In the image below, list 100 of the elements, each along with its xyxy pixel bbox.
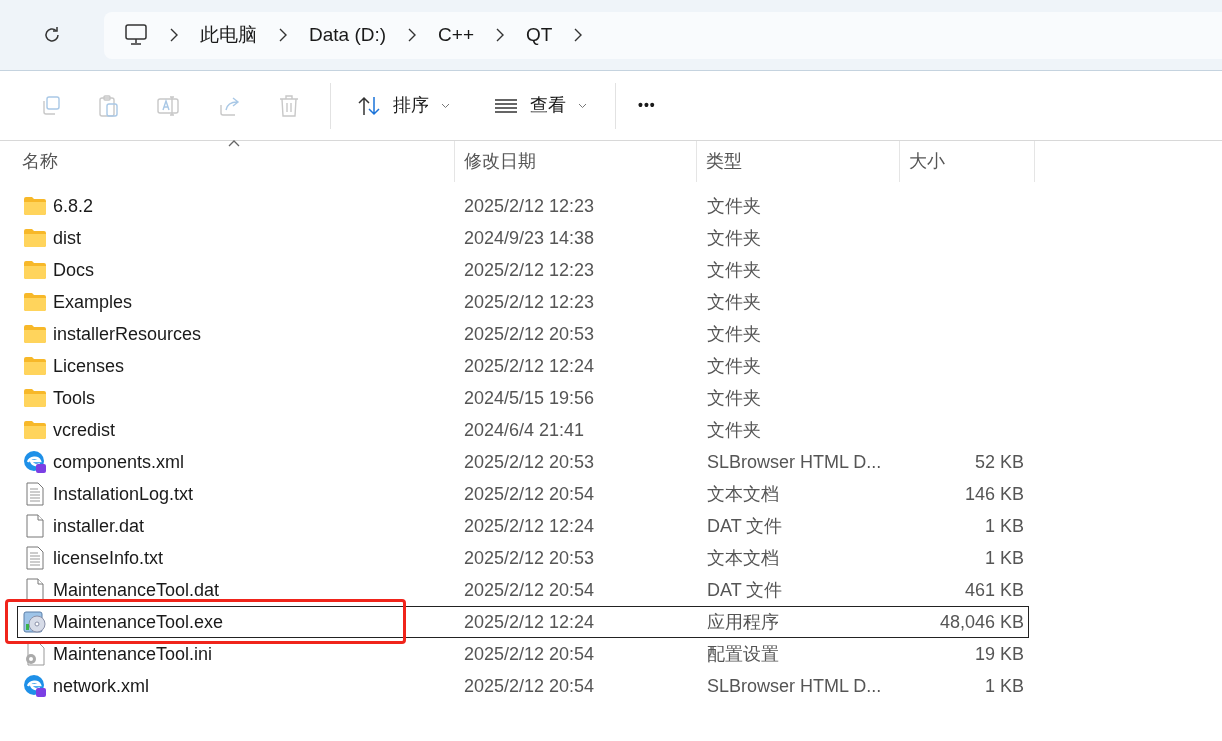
file-name: vcredist: [53, 418, 115, 442]
column-header[interactable]: 名称: [0, 141, 455, 182]
modified-date: 2025/2/12 12:23: [463, 194, 596, 218]
settings-file-icon: [24, 642, 46, 666]
column-header[interactable]: 类型: [697, 141, 900, 182]
file-type: 文件夹: [706, 386, 762, 410]
file-type: 文本文档: [706, 546, 780, 570]
file-name: Licenses: [53, 354, 125, 378]
file-row[interactable]: MaintenanceTool.dat 2025/2/12 20:54 DAT 文件 461 KB: [17, 574, 1029, 606]
file-name: InstallationLog.txt: [53, 482, 194, 506]
file-size: 48,046 KB: [939, 610, 1024, 634]
folder-icon: [23, 356, 47, 376]
modified-date: 2024/6/4 21:41: [463, 418, 586, 442]
file-row[interactable]: MaintenanceTool.exe 2025/2/12 12:24 应用程序 48,046 KB: [17, 606, 1029, 638]
file-type: DAT 文件: [706, 578, 784, 602]
file-type: 文件夹: [706, 418, 762, 442]
file-name: Tools: [53, 386, 96, 410]
file-row[interactable]: 6.8.2 2025/2/12 12:23 文件夹: [17, 190, 1029, 222]
copy-icon[interactable]: [40, 94, 62, 117]
delete-icon[interactable]: [278, 93, 300, 118]
file-row[interactable]: vcredist 2024/6/4 21:41 文件夹: [17, 414, 1029, 446]
file-name: dist: [53, 226, 81, 250]
modified-date: 2024/5/15 19:56: [463, 386, 596, 410]
modified-date: 2025/2/12 20:53: [463, 450, 596, 474]
file-row[interactable]: Docs 2025/2/12 12:23 文件夹: [17, 254, 1029, 286]
folder-icon: [23, 260, 47, 280]
chevron-right-icon: [496, 28, 504, 42]
file-row[interactable]: licenseInfo.txt 2025/2/12 20:53 文本文档 1 KB: [17, 542, 1029, 574]
breadcrumb-item[interactable]: C++: [438, 20, 474, 50]
chevron-right-icon: [170, 28, 178, 42]
file-row[interactable]: Examples 2025/2/12 12:23 文件夹: [17, 286, 1029, 318]
modified-date: 2025/2/12 20:54: [463, 642, 596, 666]
file-row[interactable]: InstallationLog.txt 2025/2/12 20:54 文本文档 146 KB: [17, 478, 1029, 510]
folder-icon: [23, 228, 47, 248]
file-type: 文件夹: [706, 194, 762, 218]
file-name: 6.8.2: [53, 194, 94, 218]
address-bar[interactable]: 此电脑 Data (D:) C++ QT: [104, 11, 1222, 59]
file-size: 1 KB: [984, 546, 1024, 570]
file-row[interactable]: dist 2024/9/23 14:38 文件夹: [17, 222, 1029, 254]
file-name: MaintenanceTool.dat: [53, 578, 220, 602]
file-name: Docs: [53, 258, 94, 282]
paste-icon[interactable]: [98, 93, 120, 118]
modified-date: 2025/2/12 12:23: [463, 290, 596, 314]
file-name: MaintenanceTool.ini: [53, 642, 213, 666]
file-row[interactable]: components.xml 2025/2/12 20:53 SLBrowser HTML D... 52 KB: [17, 446, 1029, 478]
folder-icon: [23, 388, 47, 408]
modified-date: 2025/2/12 12:24: [463, 354, 596, 378]
file-size: 52 KB: [974, 450, 1024, 474]
file-row[interactable]: network.xml 2025/2/12 20:54 SLBrowser HTML D... 1 KB: [17, 670, 1029, 702]
rename-icon[interactable]: [156, 94, 182, 117]
text-document-icon: [25, 482, 45, 506]
breadcrumb-item[interactable]: Data (D:): [309, 20, 387, 50]
column-header[interactable]: 修改日期: [455, 141, 697, 182]
file-type: 应用程序: [706, 610, 780, 634]
file-type: SLBrowser HTML D...: [706, 674, 883, 698]
breadcrumb-item[interactable]: 此电脑: [200, 20, 257, 50]
file-type: SLBrowser HTML D...: [706, 450, 883, 474]
file-name: Examples: [53, 290, 133, 314]
column-header[interactable]: 大小: [900, 141, 1035, 182]
installer-disc-icon: [23, 610, 47, 634]
file-name: installer.dat: [53, 514, 145, 538]
computer-icon: [124, 24, 148, 46]
file-name: licenseInfo.txt: [53, 546, 164, 570]
breadcrumb-item[interactable]: QT: [526, 20, 553, 50]
modified-date: 2025/2/12 12:24: [463, 514, 596, 538]
chevron-down-icon: [578, 102, 587, 109]
file-row[interactable]: Licenses 2025/2/12 12:24 文件夹: [17, 350, 1029, 382]
browser-document-icon: [23, 450, 47, 474]
modified-date: 2025/2/12 20:53: [463, 546, 596, 570]
refresh-icon[interactable]: [42, 25, 62, 45]
file-row[interactable]: installerResources 2025/2/12 20:53 文件夹: [17, 318, 1029, 350]
sort-icon: [357, 94, 381, 117]
file-name: components.xml: [53, 450, 185, 474]
folder-icon: [23, 420, 47, 440]
browser-document-icon: [23, 674, 47, 698]
file-size: 19 KB: [974, 642, 1024, 666]
more-button[interactable]: •••: [638, 95, 656, 116]
folder-icon: [23, 196, 47, 216]
modified-date: 2025/2/12 20:54: [463, 674, 596, 698]
file-type: 文本文档: [706, 482, 780, 506]
file-type: 文件夹: [706, 258, 762, 282]
view-button[interactable]: 查看: [490, 92, 591, 119]
blank-document-icon: [25, 514, 45, 538]
file-row[interactable]: Tools 2024/5/15 19:56 文件夹: [17, 382, 1029, 414]
sort-caret-icon: [228, 140, 240, 147]
file-row[interactable]: installer.dat 2025/2/12 12:24 DAT 文件 1 KB: [17, 510, 1029, 542]
file-name: network.xml: [53, 674, 150, 698]
file-size: 1 KB: [984, 514, 1024, 538]
blank-document-icon: [25, 578, 45, 602]
modified-date: 2025/2/12 12:23: [463, 258, 596, 282]
file-type: 文件夹: [706, 322, 762, 346]
modified-date: 2025/2/12 20:54: [463, 482, 596, 506]
sort-button[interactable]: 排序: [353, 92, 454, 119]
file-type: 文件夹: [706, 290, 762, 314]
file-row[interactable]: MaintenanceTool.ini 2025/2/12 20:54 配置设置 19 KB: [17, 638, 1029, 670]
modified-date: 2025/2/12 20:54: [463, 578, 596, 602]
chevron-down-icon: [441, 102, 450, 109]
file-size: 146 KB: [964, 482, 1024, 506]
chevron-right-icon: [279, 28, 287, 42]
file-size: 461 KB: [964, 578, 1024, 602]
